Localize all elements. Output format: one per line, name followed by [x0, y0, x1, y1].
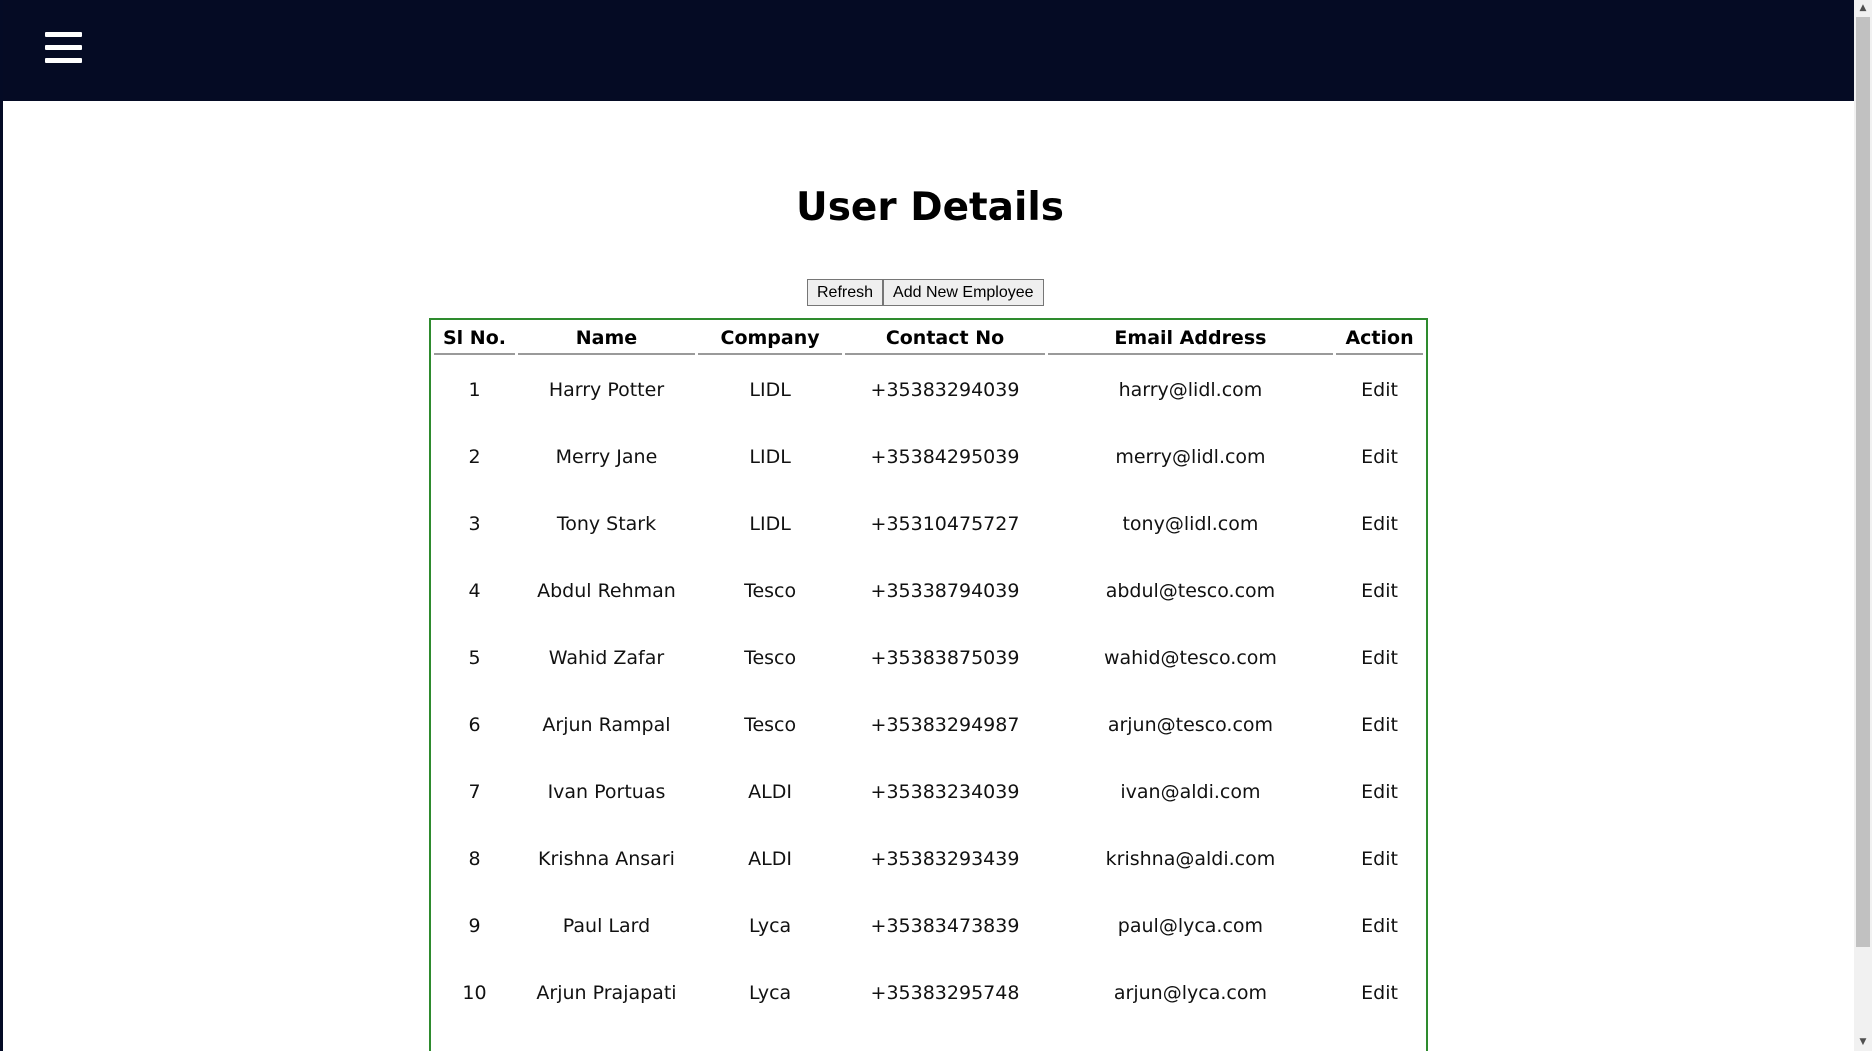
header-company: Company — [698, 323, 843, 355]
cell-contact-no: +35384295039 — [870, 446, 1020, 468]
header-sl-no: Sl No. — [434, 323, 515, 355]
table-row: 8 Krishna Ansari ALDI +35383293439 krish… — [434, 827, 1423, 891]
cell-contact-no: +35383294987 — [870, 714, 1020, 736]
cell-company: Tesco — [744, 714, 797, 736]
header-contact-no: Contact No — [845, 323, 1045, 355]
cell-sl-no: 7 — [468, 781, 481, 803]
cell-name: Arjun Prajapati — [536, 982, 677, 1004]
cell-email: paul@lyca.com — [1117, 915, 1264, 937]
edit-link[interactable]: Edit — [1336, 492, 1423, 556]
table-row: 5 Wahid Zafar Tesco +35383875039 wahid@t… — [434, 626, 1423, 690]
cell-company: LIDL — [749, 446, 791, 468]
cell-name: Wahid Zafar — [548, 647, 665, 669]
header-action: Action — [1336, 323, 1423, 355]
cell-name: Harry Potter — [548, 379, 665, 401]
add-new-employee-button[interactable]: Add New Employee — [883, 279, 1044, 306]
header-email-address: Email Address — [1047, 323, 1334, 355]
cell-email: ivan@aldi.com — [1120, 781, 1261, 803]
table-header-row: Sl No. Name Company Contact No Email Add… — [434, 323, 1423, 355]
cell-contact-no: +35383875039 — [870, 647, 1020, 669]
edit-link[interactable]: Edit — [1336, 425, 1423, 489]
edit-link[interactable]: Edit — [1336, 827, 1423, 891]
cell-email: abdul@tesco.com — [1105, 580, 1276, 602]
menu-bar-line — [45, 45, 82, 50]
cell-email: merry@lidl.com — [1115, 446, 1266, 468]
table-row: 6 Arjun Rampal Tesco +35383294987 arjun@… — [434, 693, 1423, 757]
table-row: 7 Ivan Portuas ALDI +35383234039 ivan@al… — [434, 760, 1423, 824]
edit-link[interactable]: Edit — [1336, 693, 1423, 757]
cell-sl-no: 3 — [468, 513, 481, 535]
cell-sl-no: 9 — [468, 915, 481, 937]
hamburger-menu-icon[interactable] — [45, 30, 82, 64]
menu-bar-line — [45, 58, 82, 63]
cell-contact-no: +35383234039 — [870, 781, 1020, 803]
cell-name: Abdul Rehman — [537, 580, 676, 602]
cell-sl-no: 4 — [468, 580, 481, 602]
scroll-up-arrow-icon[interactable]: ▲ — [1854, 0, 1872, 17]
cell-company: LIDL — [749, 379, 791, 401]
edit-link[interactable]: Edit — [1336, 894, 1423, 958]
edit-link[interactable]: Edit — [1336, 626, 1423, 690]
cell-email: krishna@aldi.com — [1105, 848, 1276, 870]
cell-email: harry@lidl.com — [1118, 379, 1263, 401]
table-row: 4 Abdul Rehman Tesco +35338794039 abdul@… — [434, 559, 1423, 623]
edit-link[interactable]: Edit — [1336, 961, 1423, 1025]
edit-link[interactable]: Edit — [1336, 760, 1423, 824]
cell-contact-no: +35383295748 — [870, 982, 1020, 1004]
page: User Details Refresh Add New Employee Sl… — [0, 0, 1872, 1051]
page-title: User Details — [796, 185, 1064, 230]
header-name: Name — [517, 323, 695, 355]
edit-link[interactable]: Edit — [1336, 358, 1423, 422]
cell-company: LIDL — [749, 513, 791, 535]
cell-company: Lyca — [749, 982, 792, 1004]
cell-email: arjun@tesco.com — [1107, 714, 1274, 736]
cell-contact-no: +35310475727 — [870, 513, 1020, 535]
scrollbar-thumb[interactable] — [1856, 17, 1870, 947]
cell-contact-no: +35383294039 — [870, 379, 1020, 401]
cell-sl-no: 5 — [468, 647, 481, 669]
cell-email: arjun@lyca.com — [1113, 982, 1267, 1004]
cell-company: ALDI — [748, 848, 792, 870]
table-row: 1 Harry Potter LIDL +35383294039 harry@l… — [434, 358, 1423, 422]
user-details-table-container: Sl No. Name Company Contact No Email Add… — [429, 318, 1428, 1051]
cell-name: Paul Lard — [562, 915, 651, 937]
toolbar: Refresh Add New Employee — [807, 279, 1044, 306]
cell-sl-no: 2 — [468, 446, 481, 468]
table-row: 2 Merry Jane LIDL +35384295039 merry@lid… — [434, 425, 1423, 489]
edit-link[interactable]: Edit — [1336, 559, 1423, 623]
cell-name: Ivan Portuas — [547, 781, 666, 803]
cell-company: ALDI — [748, 781, 792, 803]
cell-sl-no: 1 — [468, 379, 481, 401]
vertical-scrollbar[interactable]: ▲ ▼ — [1854, 0, 1872, 1051]
cell-contact-no: +35383293439 — [870, 848, 1020, 870]
cell-company: Tesco — [744, 647, 797, 669]
cell-contact-no: +35383473839 — [870, 915, 1020, 937]
table-row: 10 Arjun Prajapati Lyca +35383295748 arj… — [434, 961, 1423, 1025]
cell-name: Arjun Rampal — [542, 714, 671, 736]
refresh-button[interactable]: Refresh — [807, 279, 884, 306]
cell-name: Merry Jane — [555, 446, 658, 468]
top-navbar — [0, 0, 1854, 101]
table-row: 9 Paul Lard Lyca +35383473839 paul@lyca.… — [434, 894, 1423, 958]
cell-company: Lyca — [749, 915, 792, 937]
cell-name: Krishna Ansari — [538, 848, 675, 870]
cell-sl-no: 8 — [468, 848, 481, 870]
cell-email: tony@lidl.com — [1122, 513, 1259, 535]
cell-email: wahid@tesco.com — [1103, 647, 1277, 669]
cell-name: Tony Stark — [556, 513, 657, 535]
cell-company: Tesco — [744, 580, 797, 602]
left-edge-border — [0, 0, 3, 1051]
cell-sl-no: 6 — [468, 714, 481, 736]
table-row: 3 Tony Stark LIDL +35310475727 tony@lidl… — [434, 492, 1423, 556]
user-details-table: Sl No. Name Company Contact No Email Add… — [431, 320, 1426, 1028]
scroll-down-arrow-icon[interactable]: ▼ — [1854, 1034, 1872, 1051]
cell-sl-no: 10 — [462, 982, 487, 1004]
menu-bar-line — [45, 32, 82, 37]
cell-contact-no: +35338794039 — [870, 580, 1020, 602]
